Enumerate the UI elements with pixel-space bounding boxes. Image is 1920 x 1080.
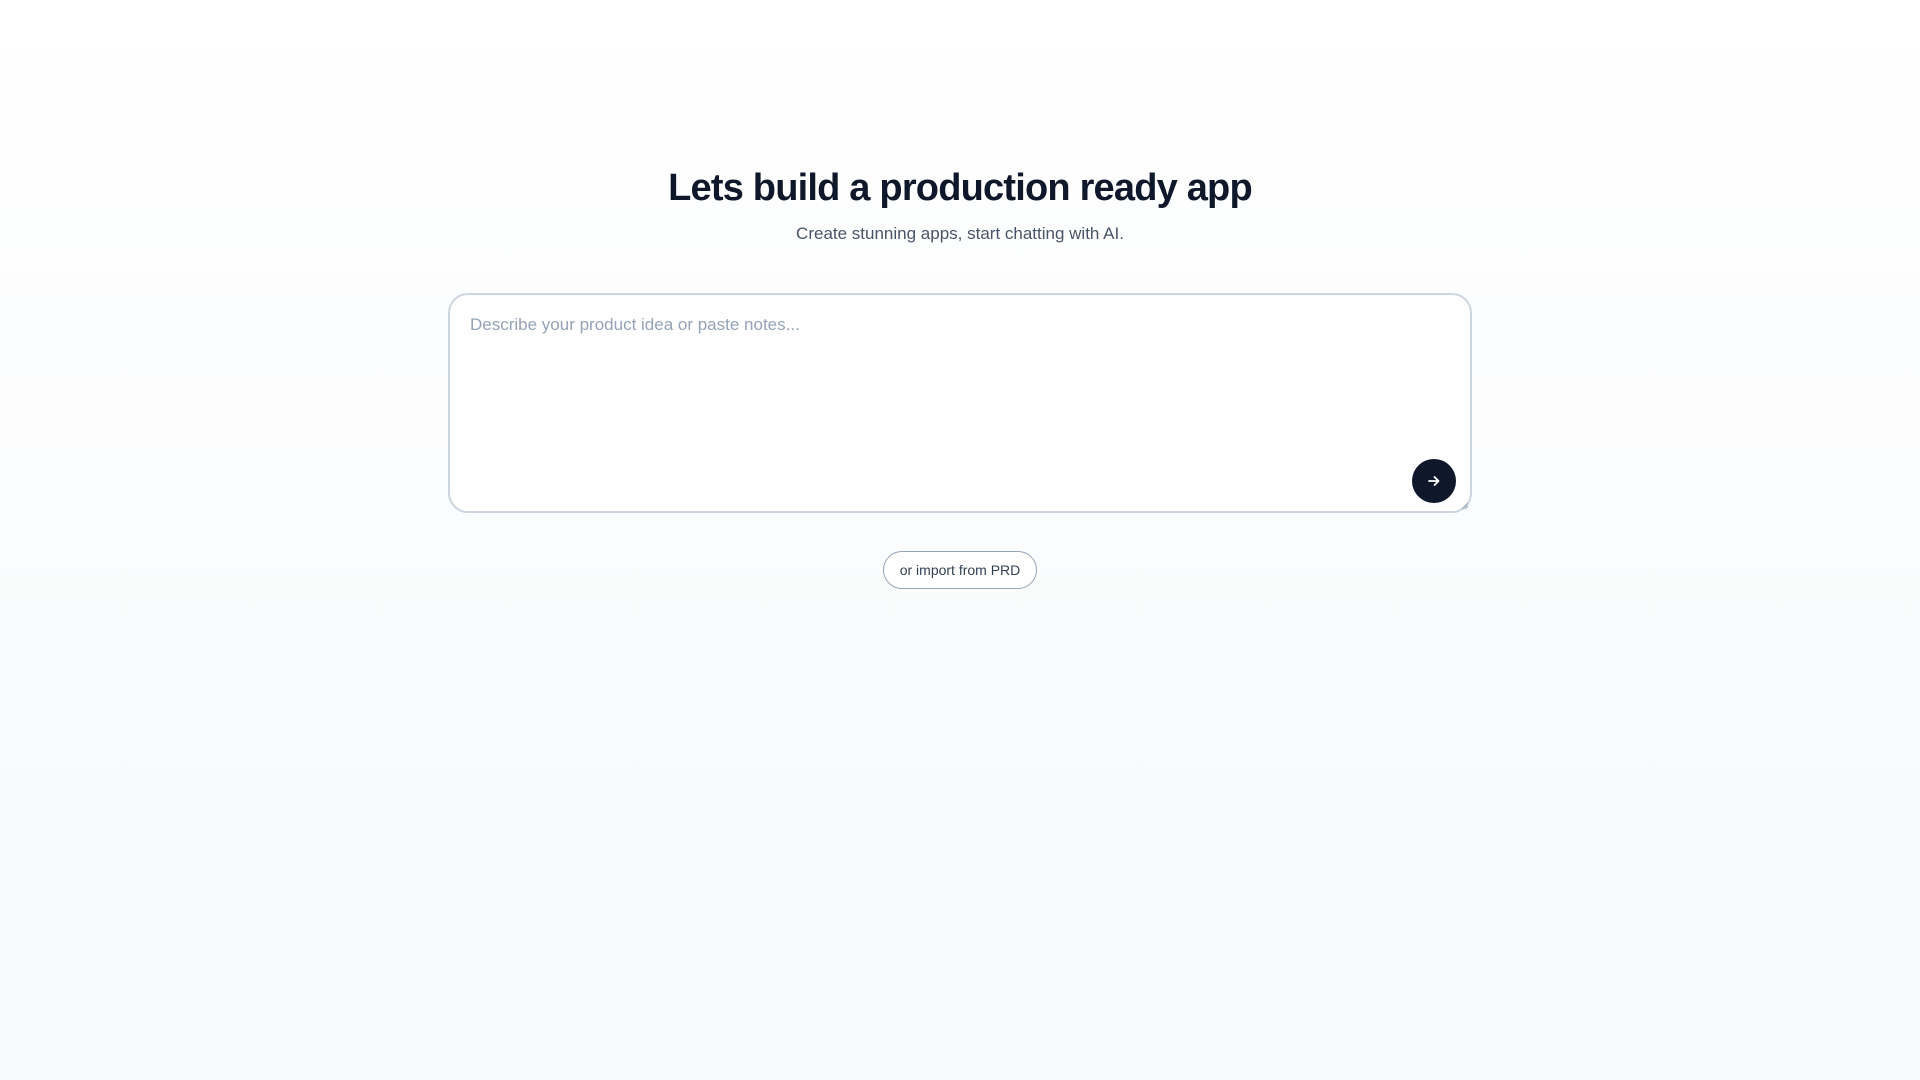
import-section: or import from PRD [0, 551, 1920, 589]
arrow-right-icon [1428, 476, 1440, 486]
prompt-input[interactable] [470, 315, 1430, 485]
page-title: Lets build a production ready app [668, 167, 1253, 209]
import-prd-button[interactable]: or import from PRD [882, 551, 1038, 589]
prompt-composer [448, 293, 1472, 513]
page: Lets build a production ready app Create… [0, 0, 1920, 1080]
hero-section: Lets build a production ready app Create… [0, 160, 1920, 246]
resize-handle-icon[interactable] [1461, 502, 1469, 510]
send-button[interactable] [1412, 459, 1456, 503]
page-subtitle: Create stunning apps, start chatting wit… [796, 224, 1124, 243]
